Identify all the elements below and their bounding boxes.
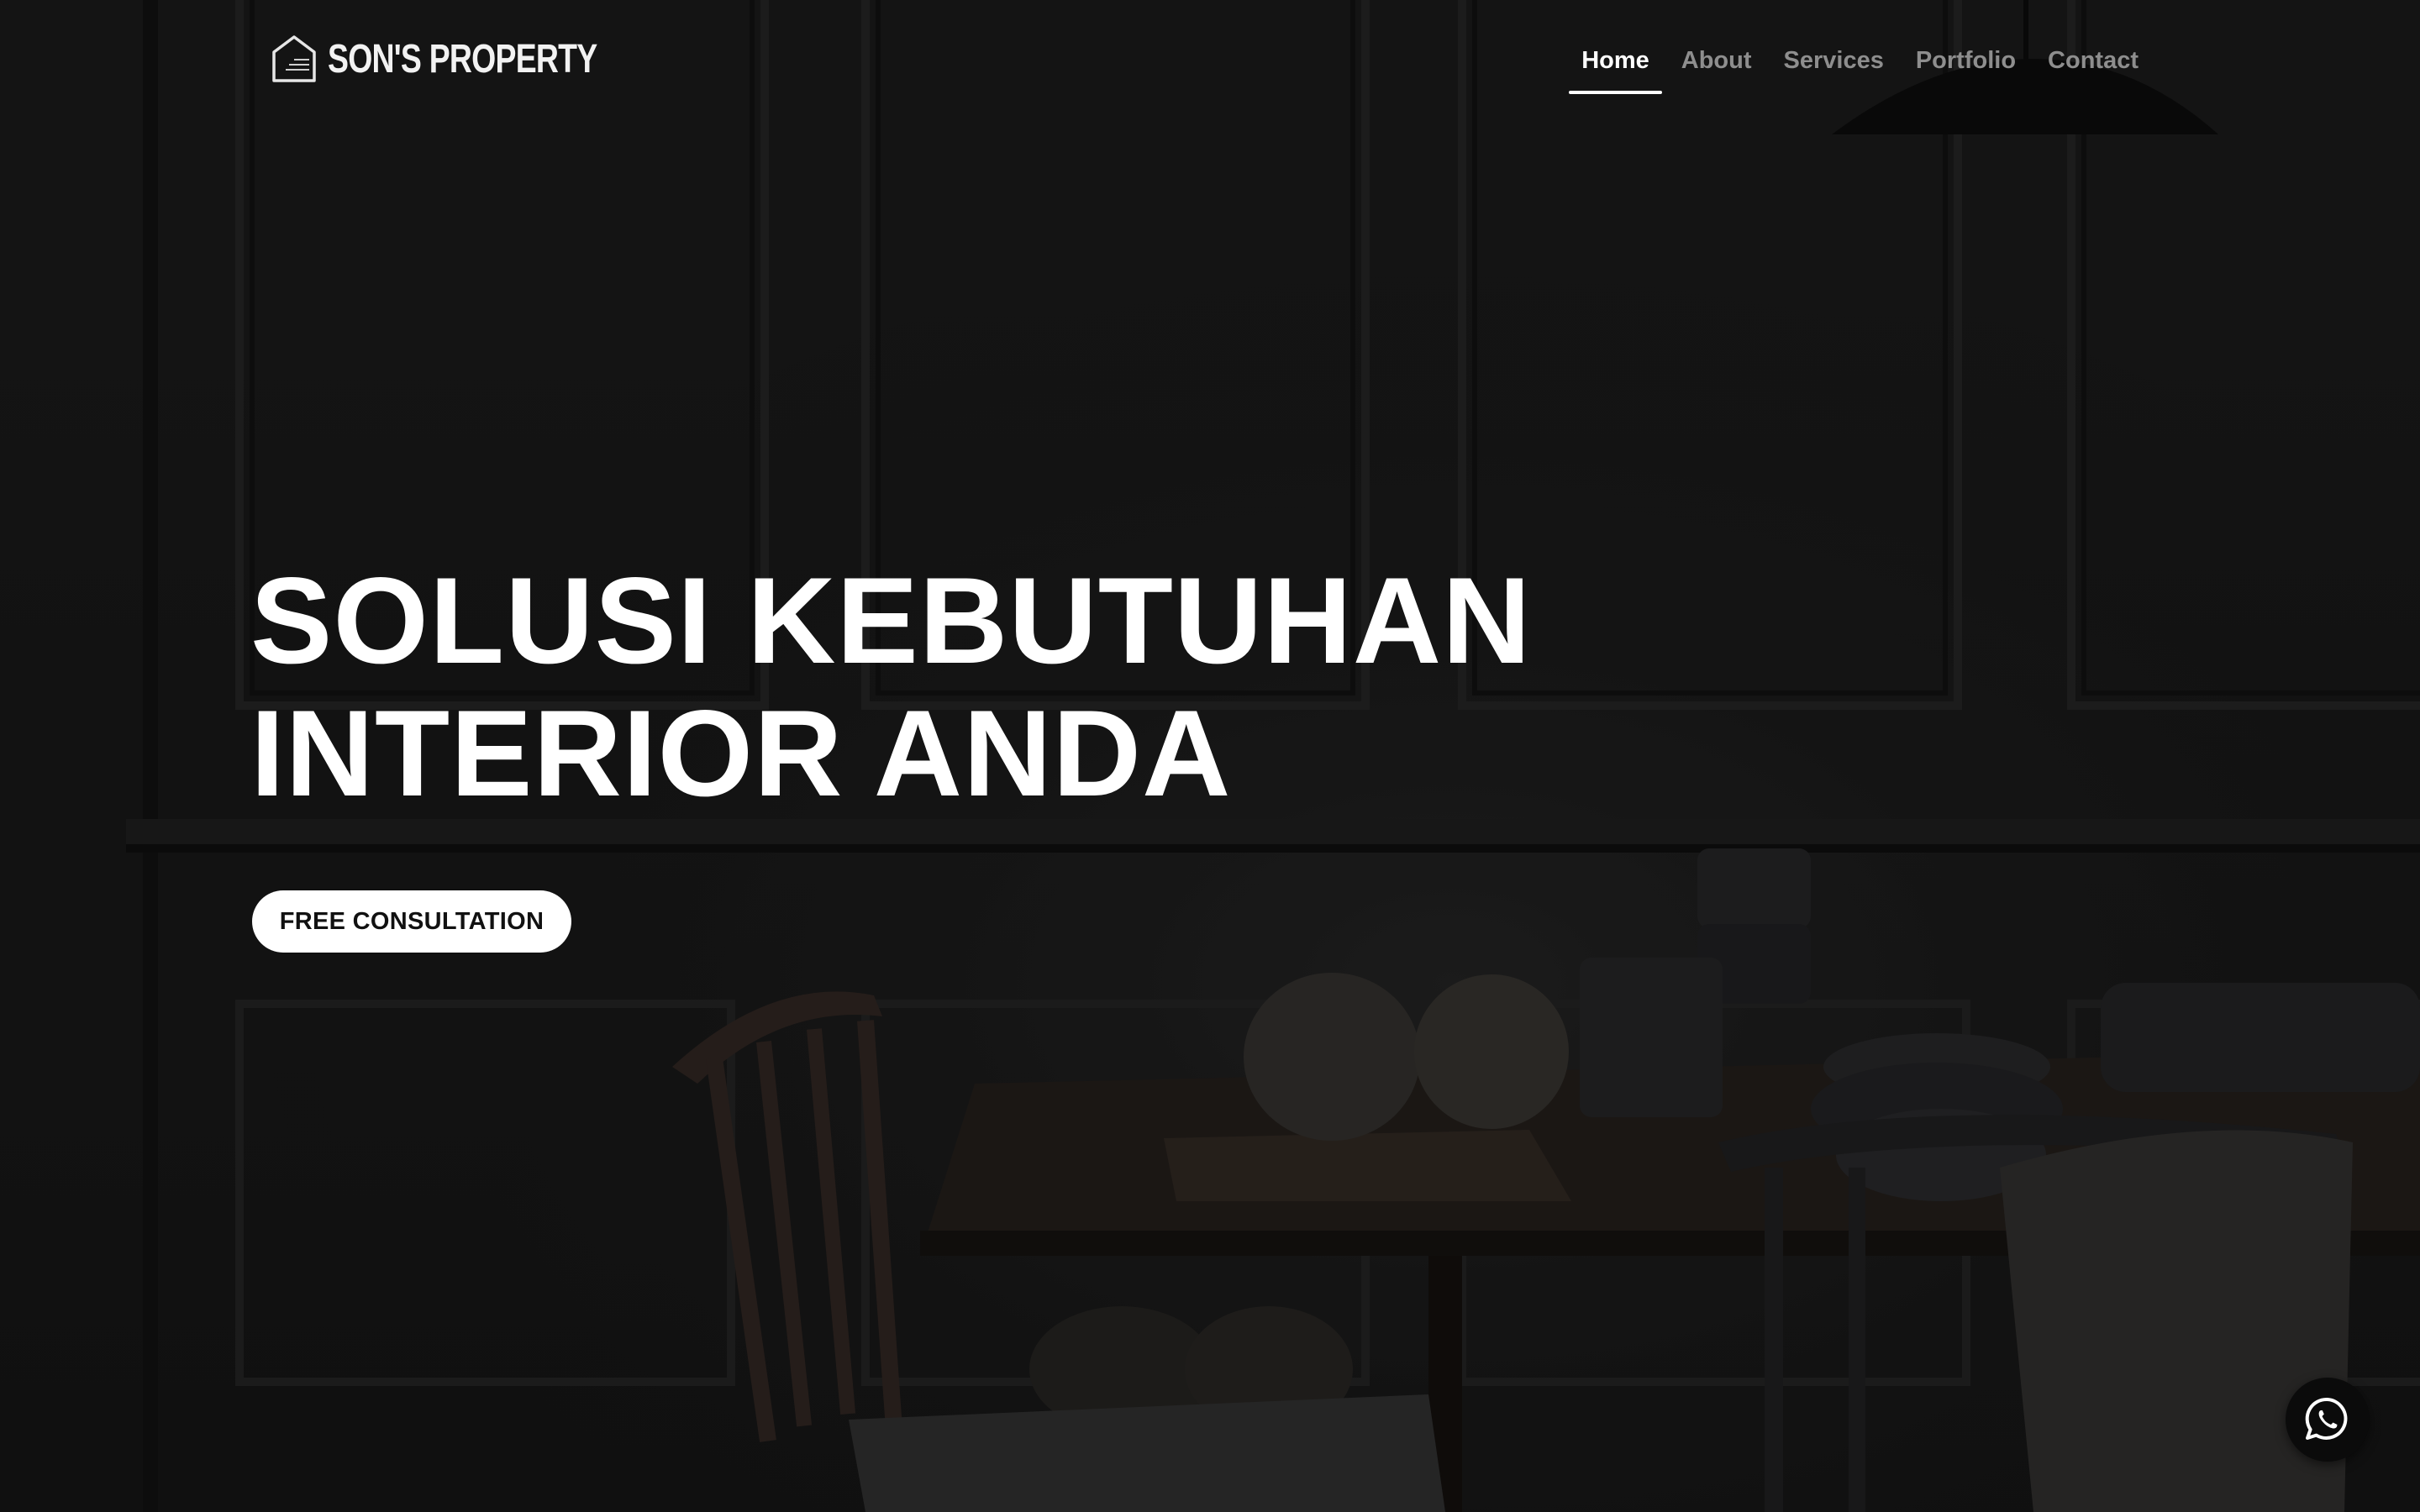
- hero-section: SON'S PROPERTY Home About Services Portf…: [0, 0, 2420, 1512]
- nav-portfolio[interactable]: Portfolio: [1900, 34, 2032, 94]
- main-nav: Home About Services Portfolio Contact: [1565, 34, 2154, 94]
- nav-contact[interactable]: Contact: [2032, 34, 2154, 94]
- whatsapp-icon: [2305, 1397, 2348, 1440]
- nav-home[interactable]: Home: [1565, 34, 1665, 94]
- hero-headline: SOLUSI KEBUTUHAN INTERIOR ANDA: [250, 554, 1532, 820]
- whatsapp-button[interactable]: [2286, 1378, 2370, 1462]
- hero-headline-line-2: INTERIOR ANDA: [250, 685, 1232, 822]
- house-logo-icon: [272, 35, 316, 82]
- nav-about[interactable]: About: [1665, 34, 1768, 94]
- free-consultation-button[interactable]: FREE CONSULTATION: [252, 890, 571, 953]
- hero-headline-line-1: SOLUSI KEBUTUHAN: [250, 552, 1532, 689]
- brand-logo[interactable]: SON'S PROPERTY: [271, 32, 673, 86]
- nav-services[interactable]: Services: [1768, 34, 1900, 94]
- brand-name: SON'S PROPERTY: [328, 36, 597, 81]
